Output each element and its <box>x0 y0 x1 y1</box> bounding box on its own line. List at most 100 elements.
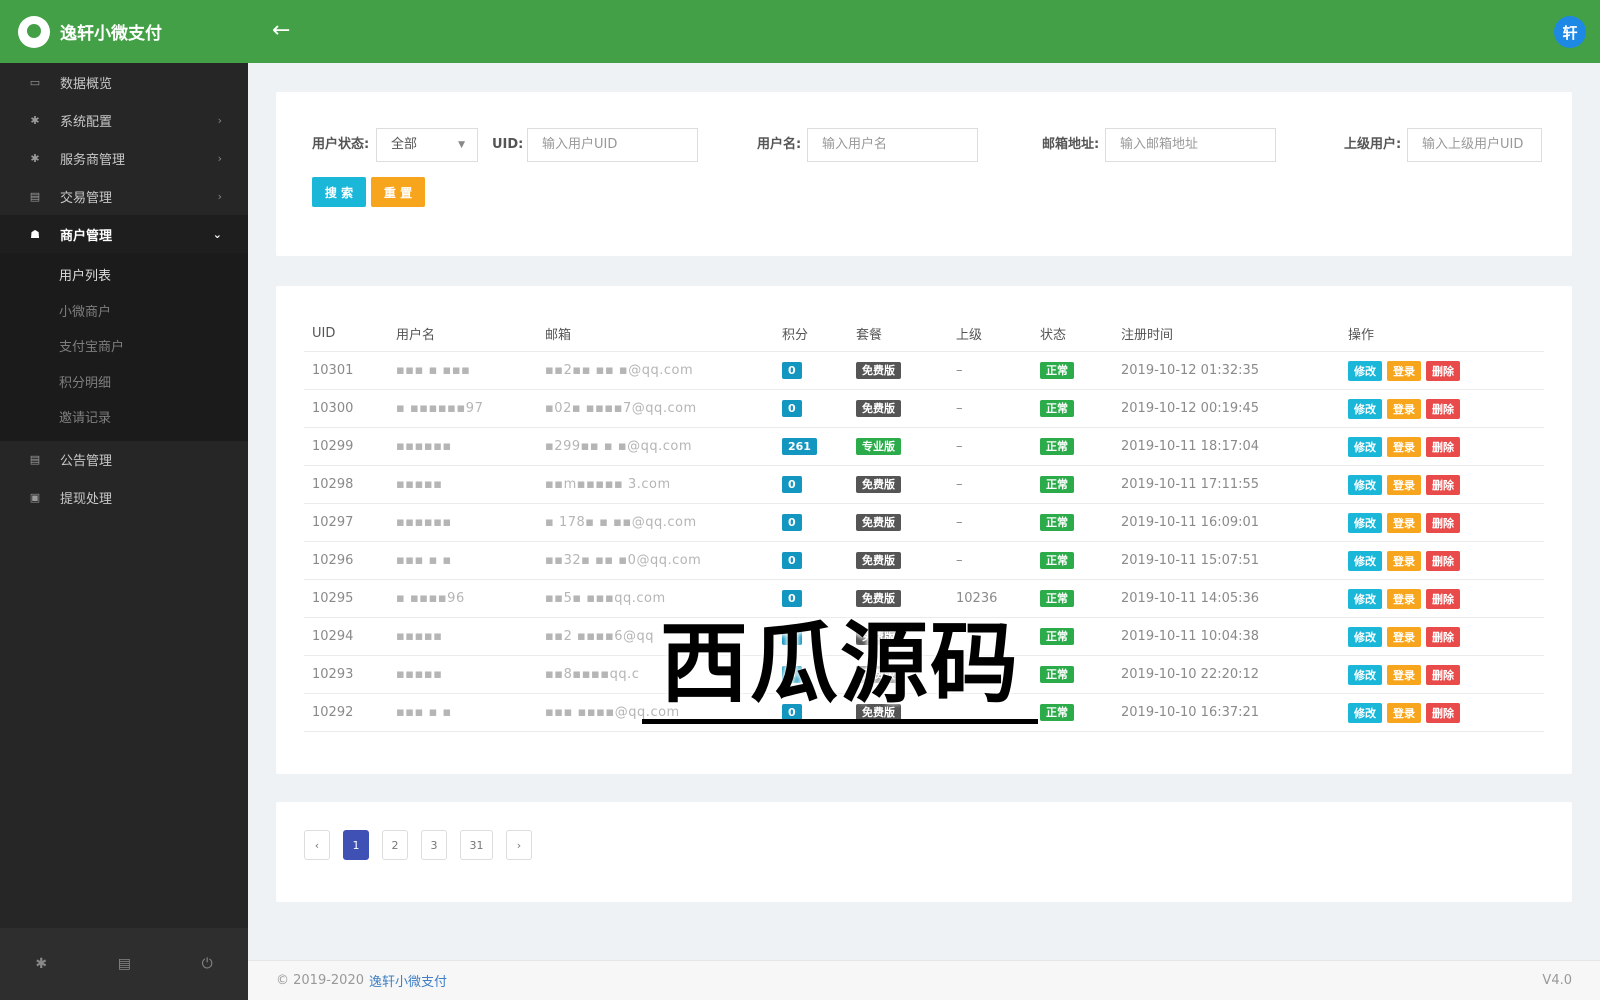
package-badge: 免费版 <box>856 400 901 417</box>
delete-button[interactable]: 删除 <box>1426 626 1460 647</box>
delete-button[interactable]: 删除 <box>1426 436 1460 457</box>
username-input[interactable]: 输入用户名 <box>807 128 978 162</box>
sidebar-item-provider[interactable]: ✱ 服务商管理 › <box>0 139 248 177</box>
chevron-right-icon: › <box>217 151 222 165</box>
delete-button[interactable]: 删除 <box>1426 588 1460 609</box>
cell-username: ▪▪▪ ▪ ▪ <box>396 705 452 720</box>
cell-username: ▪▪▪▪▪ <box>396 629 443 644</box>
page-31-button[interactable]: 31 <box>460 830 493 860</box>
status-badge: 正常 <box>1040 476 1074 493</box>
cell-parent: – <box>956 401 963 416</box>
parent-user-input[interactable]: 输入上级用户UID <box>1407 128 1542 162</box>
login-as-button[interactable]: 登录 <box>1387 588 1421 609</box>
chevron-right-icon: › <box>217 189 222 203</box>
table-row: 10298 ▪▪▪▪▪ ▪▪m▪▪▪▪▪ 3.com 0 免费版 – 正常 2019-10-1… <box>304 466 1544 504</box>
login-as-button[interactable]: 登录 <box>1387 664 1421 685</box>
avatar[interactable]: 轩 <box>1554 16 1586 48</box>
cell-parent: – <box>956 363 963 378</box>
login-as-button[interactable]: 登录 <box>1387 550 1421 571</box>
edit-button[interactable]: 修改 <box>1348 550 1382 571</box>
merchant-submenu: 用户列表 小微商户 支付宝商户 积分明细 邀请记录 <box>0 253 248 441</box>
sidebar-item-overview[interactable]: ▭ 数据概览 <box>0 63 248 101</box>
sidebar-item-label: 数据概览 <box>60 76 113 92</box>
points-badge: 261 <box>782 438 817 455</box>
edit-button[interactable]: 修改 <box>1348 702 1382 723</box>
calendar-icon: ▤ <box>29 189 41 203</box>
search-button[interactable]: 搜 索 <box>312 177 366 207</box>
status-select[interactable]: 全部 ▼ <box>376 128 478 162</box>
cell-uid: 10297 <box>312 515 354 530</box>
power-icon[interactable]: ⏻ <box>202 956 213 972</box>
delete-button[interactable]: 删除 <box>1426 702 1460 723</box>
chevron-right-icon: › <box>217 113 222 127</box>
submenu-item-invite-records[interactable]: 邀请记录 <box>0 399 248 435</box>
delete-button[interactable]: 删除 <box>1426 474 1460 495</box>
submenu-item-points-detail[interactable]: 积分明细 <box>0 364 248 400</box>
dashboard-icon: ▭ <box>29 75 41 89</box>
prev-page-button[interactable]: ‹ <box>304 830 330 860</box>
edit-button[interactable]: 修改 <box>1348 588 1382 609</box>
edit-button[interactable]: 修改 <box>1348 398 1382 419</box>
submenu-item-micro-merchant[interactable]: 小微商户 <box>0 293 248 329</box>
login-as-button[interactable]: 登录 <box>1387 626 1421 647</box>
edit-button[interactable]: 修改 <box>1348 626 1382 647</box>
username-label: 用户名: <box>757 137 802 152</box>
cell-register-time: 2019-10-11 10:04:38 <box>1121 629 1260 644</box>
sidebar-menu: ▭ 数据概览 ✱ 系统配置 › ✱ 服务商管理 › ▤ 交易管理 › ☗ 商户管… <box>0 63 248 517</box>
status-badge: 正常 <box>1040 666 1074 683</box>
copyright-text: © 2019-2020 <box>276 973 364 988</box>
sidebar-item-label: 提现处理 <box>60 492 113 507</box>
cell-actions: 修改 登录 删除 <box>1340 588 1544 609</box>
logo-icon <box>18 15 50 48</box>
caret-down-icon: ▼ <box>458 140 465 150</box>
page-2-button[interactable]: 2 <box>382 830 408 860</box>
login-as-button[interactable]: 登录 <box>1387 398 1421 419</box>
page-1-button[interactable]: 1 <box>343 830 369 860</box>
delete-button[interactable]: 删除 <box>1426 664 1460 685</box>
cell-uid: 10294 <box>312 629 354 644</box>
brand[interactable]: 逸轩小微支付 <box>0 0 248 63</box>
cell-status: 正常 <box>1032 476 1113 493</box>
edit-button[interactable]: 修改 <box>1348 664 1382 685</box>
sidebar-item-trade[interactable]: ▤ 交易管理 › <box>0 177 248 215</box>
delete-button[interactable]: 删除 <box>1426 512 1460 533</box>
edit-button[interactable]: 修改 <box>1348 474 1382 495</box>
sidebar-item-merchant[interactable]: ☗ 商户管理 ⌄ <box>0 215 248 253</box>
email-input[interactable]: 输入邮箱地址 <box>1105 128 1276 162</box>
login-as-button[interactable]: 登录 <box>1387 702 1421 723</box>
page-3-button[interactable]: 3 <box>421 830 447 860</box>
sidebar-item-notice[interactable]: ▤ 公告管理 <box>0 441 248 479</box>
edit-button[interactable]: 修改 <box>1348 436 1382 457</box>
cell-status: 正常 <box>1032 590 1113 607</box>
sidebar-item-label: 服务商管理 <box>60 152 126 168</box>
login-as-button[interactable]: 登录 <box>1387 512 1421 533</box>
sidebar-item-system-config[interactable]: ✱ 系统配置 › <box>0 101 248 139</box>
login-as-button[interactable]: 登录 <box>1387 436 1421 457</box>
submenu-item-user-list[interactable]: 用户列表 <box>0 257 248 293</box>
points-badge: 0 <box>782 552 802 569</box>
cell-points: 0 <box>774 552 848 569</box>
delete-button[interactable]: 删除 <box>1426 360 1460 381</box>
cell-actions: 修改 登录 删除 <box>1340 550 1544 571</box>
login-as-button[interactable]: 登录 <box>1387 474 1421 495</box>
arrow-left-icon[interactable]: ← <box>272 18 290 44</box>
cell-uid: 10299 <box>312 439 354 454</box>
cell-email: ▪▪2▪▪ ▪▪ ▪@qq.com <box>545 363 694 378</box>
footer-app-link[interactable]: 逸轩小微支付 <box>369 971 447 990</box>
table-header: UID 用户名 邮箱 积分 套餐 上级 状态 注册时间 操作 <box>304 316 1544 352</box>
sidebar-item-withdraw[interactable]: ▣ 提现处理 <box>0 479 248 517</box>
edit-button[interactable]: 修改 <box>1348 360 1382 381</box>
delete-button[interactable]: 删除 <box>1426 550 1460 571</box>
next-page-button[interactable]: › <box>506 830 532 860</box>
uid-input[interactable]: 输入用户UID <box>527 128 698 162</box>
login-as-button[interactable]: 登录 <box>1387 360 1421 381</box>
settings-gear-icon[interactable]: ✱ <box>35 956 47 972</box>
cell-actions: 修改 登录 删除 <box>1340 626 1544 647</box>
edit-button[interactable]: 修改 <box>1348 512 1382 533</box>
delete-button[interactable]: 删除 <box>1426 398 1460 419</box>
submenu-item-alipay-merchant[interactable]: 支付宝商户 <box>0 328 248 364</box>
cell-actions: 修改 登录 删除 <box>1340 360 1544 381</box>
col-points: 积分 <box>782 328 809 343</box>
reset-button[interactable]: 重 置 <box>371 177 425 207</box>
calendar-icon[interactable]: ▤ <box>118 956 131 972</box>
